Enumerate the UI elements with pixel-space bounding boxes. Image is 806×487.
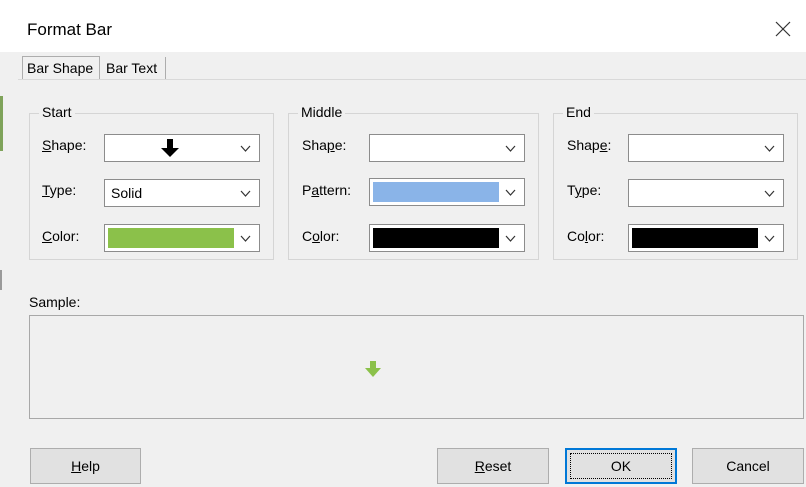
focus-ring	[570, 453, 672, 479]
end-group-legend: End	[563, 104, 594, 120]
start-color-label: Color:	[42, 228, 80, 244]
start-shape-label: Shape:	[42, 137, 87, 153]
ok-button[interactable]: OK	[565, 448, 677, 484]
chevron-down-icon	[240, 145, 251, 152]
sample-down-arrow-icon	[365, 361, 381, 377]
background-app-edge	[0, 270, 2, 290]
middle-pattern-select[interactable]	[369, 178, 525, 206]
cancel-button[interactable]: Cancel	[692, 448, 804, 484]
reset-button[interactable]: Reset	[437, 448, 549, 484]
middle-pattern-swatch	[373, 182, 499, 202]
middle-color-swatch	[373, 228, 499, 248]
end-type-select[interactable]	[628, 179, 784, 207]
end-shape-label: Shape:	[567, 137, 612, 153]
chevron-down-icon	[764, 235, 775, 242]
end-shape-select[interactable]	[628, 134, 784, 162]
tab-label: Bar Shape	[27, 60, 94, 76]
chevron-down-icon	[505, 189, 516, 196]
end-color-swatch	[632, 228, 758, 248]
sample-preview	[29, 315, 804, 419]
chevron-down-icon	[240, 190, 251, 197]
background-app-edge	[0, 96, 3, 151]
chevron-down-icon	[505, 235, 516, 242]
end-type-label: Type:	[567, 182, 602, 198]
start-type-value: Solid	[111, 185, 143, 201]
help-button[interactable]: Help	[30, 448, 141, 484]
middle-group-legend: Middle	[298, 104, 346, 120]
tab-bar-text[interactable]: Bar Text	[102, 57, 166, 79]
chevron-down-icon	[240, 235, 251, 242]
tab-bar-shape[interactable]: Bar Shape	[22, 56, 100, 80]
sample-label: Sample:	[29, 294, 81, 310]
middle-shape-select[interactable]	[369, 134, 525, 162]
start-group-legend: Start	[39, 104, 75, 120]
tab-label: Bar Text	[106, 60, 158, 76]
close-icon[interactable]	[768, 14, 798, 44]
start-type-label: Type:	[42, 182, 77, 198]
chevron-down-icon	[764, 145, 775, 152]
start-type-select[interactable]: Solid	[104, 179, 260, 207]
window-title: Format Bar	[27, 20, 113, 39]
end-color-select[interactable]	[628, 224, 784, 252]
start-shape-select[interactable]	[104, 134, 260, 162]
down-arrow-icon	[161, 139, 179, 157]
title-bar: Format Bar	[0, 0, 806, 52]
end-color-label: Color:	[567, 228, 605, 244]
start-color-select[interactable]	[104, 224, 260, 252]
middle-color-label: Color:	[302, 228, 340, 244]
middle-shape-label: Shape:	[302, 137, 347, 153]
middle-pattern-label: Pattern:	[302, 182, 352, 198]
middle-color-select[interactable]	[369, 224, 525, 252]
chevron-down-icon	[505, 145, 516, 152]
chevron-down-icon	[764, 190, 775, 197]
tab-divider	[18, 79, 806, 80]
start-color-swatch	[108, 228, 234, 248]
